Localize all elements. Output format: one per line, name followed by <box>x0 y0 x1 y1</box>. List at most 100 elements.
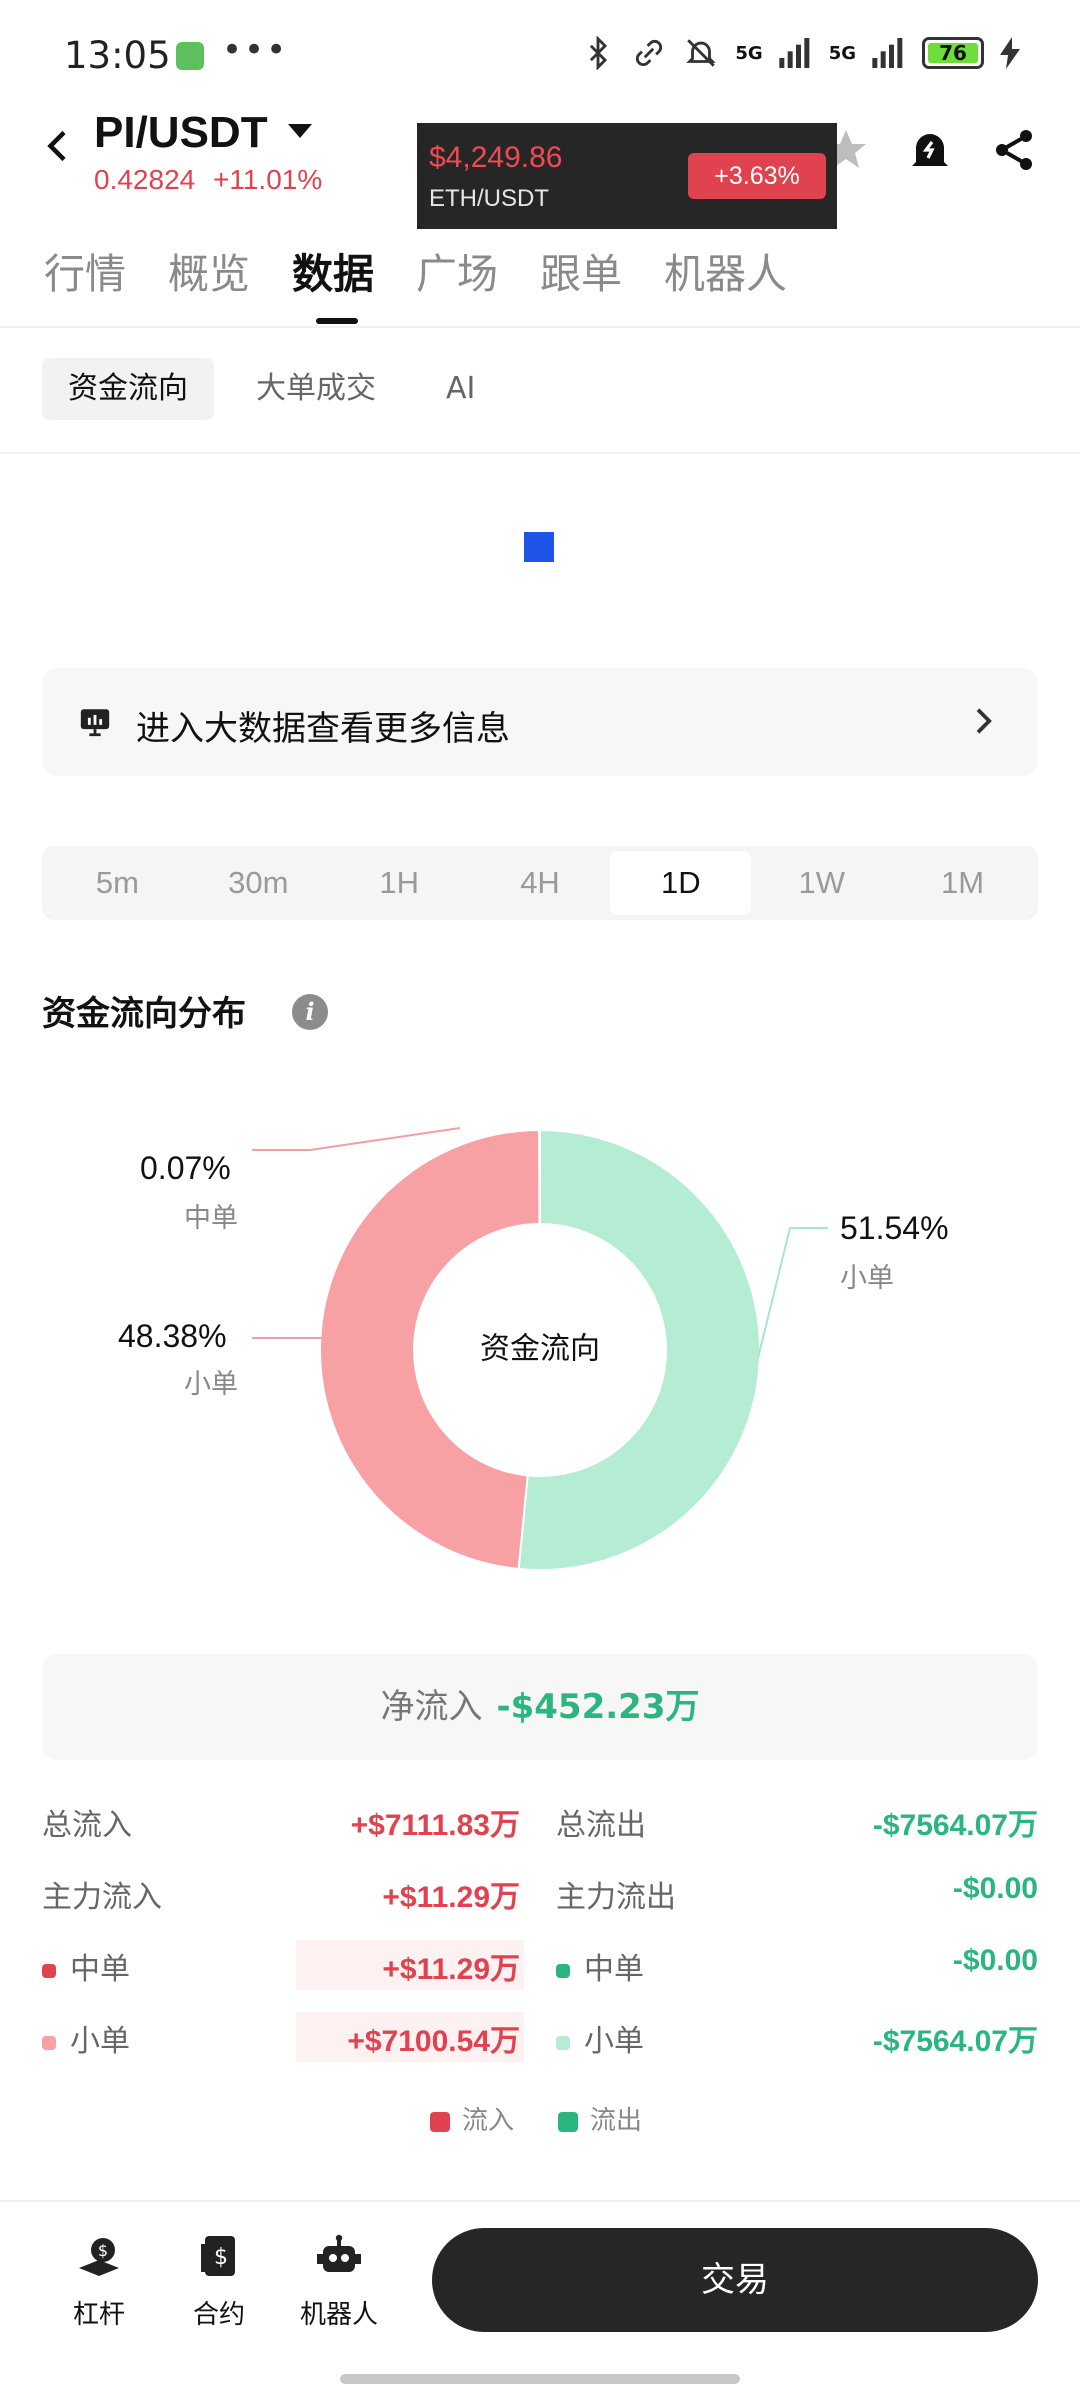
share-icon[interactable] <box>990 126 1038 174</box>
mid-outflow-dot <box>556 1963 570 1978</box>
timeframe-1h[interactable]: 1H <box>329 851 470 915</box>
timeframe-1d[interactable]: 1D <box>610 851 752 915</box>
tab-data[interactable]: 数据 <box>292 240 374 300</box>
legend-outflow-swatch <box>558 2111 579 2132</box>
status-time: 13:05 <box>64 34 171 77</box>
home-indicator[interactable] <box>340 2374 740 2384</box>
tab-copy-trade[interactable]: 跟单 <box>540 240 622 300</box>
divider <box>0 326 1080 328</box>
timeframe-1w[interactable]: 1W <box>751 851 892 915</box>
mid-inflow-value: +$11.29万 <box>382 1953 520 1986</box>
battery-level: 76 <box>928 43 978 63</box>
mid-inflow-dot <box>42 1963 56 1978</box>
alert-bell-icon[interactable] <box>906 126 954 174</box>
legend-inflow-label: 流入 <box>462 2106 515 2136</box>
pair-title[interactable]: PI/USDT <box>94 108 268 158</box>
main-outflow-label: 主力流出 <box>556 1880 676 1915</box>
label-mid-name: 中单 <box>184 1203 238 1234</box>
net-inflow-label: 净流入 <box>380 1687 483 1727</box>
link-icon <box>636 39 663 67</box>
leverage-icon: $ <box>79 2238 119 2276</box>
label-small-out-name: 小单 <box>840 1263 894 1294</box>
subtab-ai[interactable]: AI <box>420 358 501 420</box>
pair-price-line: 0.42824 +11.01% <box>94 164 322 196</box>
label-mid-pct: 0.07% <box>140 1150 231 1186</box>
tab-overview[interactable]: 概览 <box>168 240 250 300</box>
small-outflow-value: -$7564.07万 <box>872 2025 1038 2058</box>
timeframe-1m[interactable]: 1M <box>892 851 1033 915</box>
bottom-bot-label: 机器人 <box>299 2300 378 2330</box>
bottom-leverage-label: 杠杆 <box>72 2300 125 2330</box>
subtab-large-orders[interactable]: 大单成交 <box>230 358 402 420</box>
robot-icon <box>317 2234 361 2272</box>
timeframe-30m[interactable]: 30m <box>188 851 329 915</box>
legend-inflow-swatch <box>430 2111 450 2132</box>
back-arrow-icon[interactable] <box>40 128 76 164</box>
more-notifications-icon: ••• <box>222 30 289 70</box>
battery-icon: 76 <box>922 37 984 69</box>
small-outflow-dot <box>556 2035 570 2050</box>
label-small-out-pct: 51.54% <box>840 1210 949 1246</box>
mute-bell-icon <box>686 39 717 67</box>
bottom-bot[interactable]: 机器人 <box>284 2232 394 2331</box>
net-inflow-value: -$452.23万 <box>496 1687 700 1727</box>
main-tabs: 行情 概览 数据 广场 跟单 机器人 <box>44 240 787 300</box>
timeframe-selector: 5m 30m 1H 4H 1D 1W 1M <box>42 846 1038 920</box>
subtab-fund-flow[interactable]: 资金流向 <box>42 358 214 420</box>
timeframe-5m[interactable]: 5m <box>47 851 188 915</box>
network-5g-label-2: 5G <box>828 42 856 64</box>
status-icons: 5G 5G 76 <box>581 36 1020 70</box>
divider <box>0 452 1080 454</box>
ticker-pair: ETH/USDT <box>429 185 549 212</box>
banner-text: 进入大数据查看更多信息 <box>136 709 510 749</box>
small-inflow-label-row: 小单 <box>42 2016 130 2060</box>
total-outflow-label: 总流出 <box>556 1808 646 1843</box>
donut-center-label: 资金流向 <box>480 1332 600 1367</box>
chart-legend: 流入 流出 <box>430 2100 642 2137</box>
svg-text:$: $ <box>214 2245 228 2270</box>
small-inflow-dot <box>42 2035 56 2050</box>
big-data-banner[interactable]: 进入大数据查看更多信息 <box>42 668 1038 776</box>
pair-price: 0.42824 <box>94 164 196 195</box>
charging-icon <box>1000 37 1020 69</box>
small-inflow-value: +$7100.54万 <box>347 2025 520 2058</box>
contract-icon: $ <box>201 2236 235 2276</box>
tab-bot[interactable]: 机器人 <box>664 240 787 300</box>
label-small-in-name: 小单 <box>184 1369 238 1400</box>
pair-change: +11.01% <box>213 164 323 195</box>
signal-icon-2 <box>872 38 903 68</box>
small-inflow-label: 小单 <box>70 2024 130 2059</box>
network-5g-label: 5G <box>735 42 763 64</box>
bottom-divider <box>0 2200 1080 2202</box>
tab-market[interactable]: 行情 <box>44 240 126 300</box>
bluetooth-icon <box>590 36 608 70</box>
presentation-chart-icon <box>80 709 110 737</box>
mid-inflow-label: 中单 <box>70 1952 130 1987</box>
mid-outflow-label: 中单 <box>584 1952 644 1987</box>
total-inflow-value: +$7111.83万 <box>350 1809 520 1842</box>
main-inflow-label: 主力流入 <box>42 1880 162 1915</box>
tab-square[interactable]: 广场 <box>416 240 498 300</box>
legend-inflow: 流入 <box>430 2100 514 2137</box>
loading-indicator <box>524 532 554 562</box>
mid-outflow-label-row: 中单 <box>556 1944 644 1988</box>
bottom-contract[interactable]: $ 合约 <box>164 2232 274 2331</box>
net-inflow-box: 净流入 -$452.23万 <box>42 1654 1038 1760</box>
total-inflow-label: 总流入 <box>42 1808 132 1843</box>
timeframe-4h[interactable]: 4H <box>470 851 611 915</box>
bottom-contract-label: 合约 <box>192 2300 245 2330</box>
signal-icon <box>779 38 810 68</box>
app-notification-icon <box>176 42 204 70</box>
pair-dropdown-icon[interactable] <box>288 124 312 138</box>
mid-outflow-value: -$0.00 <box>952 1944 1038 1977</box>
main-outflow-value: -$0.00 <box>952 1872 1038 1905</box>
chevron-right-icon <box>976 708 992 734</box>
trade-button[interactable]: 交易 <box>432 2228 1038 2332</box>
ticker-popup[interactable]: $4,249.86 ETH/USDT +3.63% <box>417 123 837 229</box>
info-icon[interactable]: i <box>292 994 328 1030</box>
small-outflow-label: 小单 <box>584 2024 644 2059</box>
bottom-leverage[interactable]: $ 杠杆 <box>44 2232 154 2331</box>
legend-outflow-label: 流出 <box>590 2106 643 2136</box>
mid-inflow-label-row: 中单 <box>42 1944 130 1988</box>
legend-outflow: 流出 <box>558 2100 642 2137</box>
